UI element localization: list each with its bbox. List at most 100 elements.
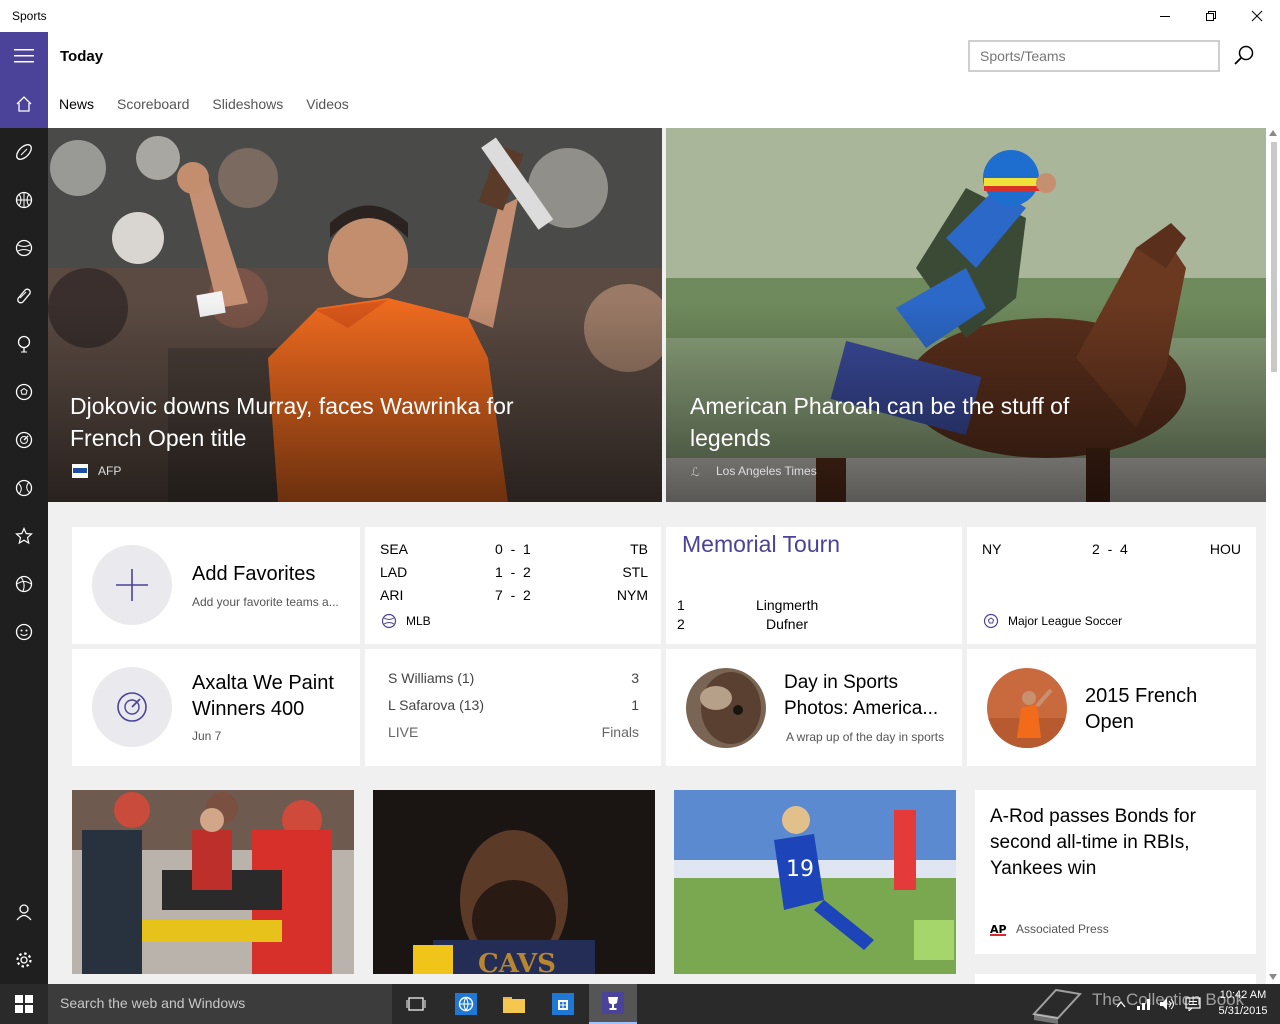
slideshow-title: Day in Sports Photos: America... xyxy=(784,672,939,719)
svg-text:ℒ: ℒ xyxy=(691,465,700,478)
tab-slideshows[interactable]: Slideshows xyxy=(212,96,283,112)
start-button[interactable] xyxy=(0,984,48,1024)
racing-icon xyxy=(15,431,33,449)
minimize-button[interactable] xyxy=(1142,0,1188,32)
event-title: 2015 French Open xyxy=(1085,685,1198,733)
nav-favorites[interactable] xyxy=(0,512,48,560)
player-name: L Safarova (13) xyxy=(388,697,484,713)
nav-tennis[interactable] xyxy=(0,464,48,512)
tournament-title: Memorial Tourn xyxy=(682,531,841,557)
taskbar-edge[interactable] xyxy=(442,984,490,1024)
fantasy-icon xyxy=(15,623,33,641)
tennis-score-tile[interactable]: S Williams (1) 3 L Safarova (13) 1 LIVE … xyxy=(365,649,661,766)
chevron-up-icon xyxy=(1116,1001,1126,1008)
player-score: 3 xyxy=(631,670,639,686)
mls-score-tile[interactable]: NY 2 - 4 HOU Major League Soccer xyxy=(967,527,1256,644)
notification-icon xyxy=(1185,997,1201,1011)
app-title: Sports xyxy=(12,9,47,23)
hamburger-icon xyxy=(14,49,34,63)
mlb-scores-tile[interactable]: SEA 0 - 1 TB LAD 1 - 2 STL ARI 7 - 2 NYM… xyxy=(365,527,661,644)
nav-hockey[interactable] xyxy=(0,272,48,320)
football-icon xyxy=(16,144,32,160)
soccer-icon xyxy=(15,383,33,401)
hamburger-button[interactable] xyxy=(0,32,48,80)
nav-baseball[interactable] xyxy=(0,224,48,272)
nav-basketball[interactable] xyxy=(0,176,48,224)
nascar-race-tile[interactable]: Axalta We Paint Winners 400 Jun 7 xyxy=(72,649,360,766)
race-date: Jun 7 xyxy=(192,729,222,743)
tray-network[interactable] xyxy=(1132,984,1156,1024)
taskbar-store[interactable] xyxy=(539,984,587,1024)
french-open-tile[interactable]: 2015 French Open xyxy=(967,649,1256,766)
search-button[interactable] xyxy=(1232,44,1256,68)
player-name: S Williams (1) xyxy=(388,670,475,686)
tray-volume[interactable] xyxy=(1156,984,1180,1024)
tennis-icon xyxy=(15,479,33,497)
network-icon xyxy=(1137,999,1150,1010)
add-favorites-button[interactable] xyxy=(92,545,172,625)
book-logo-icon xyxy=(1032,988,1082,1024)
nav-profile[interactable] xyxy=(0,888,48,936)
memorial-tournament-tile[interactable]: Memorial Tourn 1 Lingmerth 2 Dufner xyxy=(666,527,962,644)
nav-soccer[interactable] xyxy=(0,368,48,416)
baseball-icon xyxy=(381,613,397,629)
day-in-sports-tile[interactable]: Day in Sports Photos: America... A wrap … xyxy=(666,649,962,766)
photo-story-soccer[interactable]: 19 xyxy=(674,790,956,974)
event-thumbnail xyxy=(987,668,1067,748)
add-favorites-tile[interactable]: Add Favorites Add your favorite teams a.… xyxy=(72,527,360,644)
taskbar: Search the web and Windows The Collectio… xyxy=(0,984,1280,1024)
taskbar-file-explorer[interactable] xyxy=(490,984,538,1024)
close-button[interactable] xyxy=(1234,0,1280,32)
hero-story-pharoah[interactable]: American Pharoah can be the stuff of leg… xyxy=(666,128,1266,502)
clock[interactable]: 10:42 AM 5/31/2015 xyxy=(1208,987,1278,1019)
nav-home[interactable] xyxy=(0,80,48,128)
hero-headline: Djokovic downs Murray, faces Wawrinka fo… xyxy=(70,393,514,451)
vertical-scrollbar[interactable] xyxy=(1266,128,1280,984)
app-header: Today News Scoreboard Slideshows Videos xyxy=(48,32,1280,128)
search-input[interactable] xyxy=(968,40,1220,72)
hero-source-name: AFP xyxy=(98,464,122,478)
slideshow-subtitle: A wrap up of the day in sports xyxy=(786,730,945,744)
task-view-button[interactable] xyxy=(392,984,440,1024)
minimize-icon xyxy=(1160,16,1170,17)
nav-racing[interactable] xyxy=(0,416,48,464)
clock-date: 5/31/2015 xyxy=(1218,1005,1268,1017)
nav-fantasy[interactable] xyxy=(0,608,48,656)
scroll-thumb[interactable] xyxy=(1271,142,1277,372)
nav-football[interactable] xyxy=(0,128,48,176)
hockey-icon xyxy=(17,288,31,304)
scroll-up-icon[interactable] xyxy=(1269,130,1277,136)
svg-text:CAVS: CAVS xyxy=(478,949,556,974)
tab-scoreboard[interactable]: Scoreboard xyxy=(117,96,189,112)
news-card-arod[interactable]: A-Rod passes Bonds for second all-time i… xyxy=(975,790,1256,954)
more-sports-icon xyxy=(15,575,33,593)
nav-more-sports[interactable] xyxy=(0,560,48,608)
racing-badge xyxy=(92,667,172,747)
leaderboard-pos: 2 xyxy=(677,616,685,632)
tab-news[interactable]: News xyxy=(59,96,94,112)
hero-source: ℒ Los Angeles Times xyxy=(690,464,817,479)
close-icon xyxy=(1251,10,1263,22)
news-source: AP Associated Press xyxy=(990,922,1109,936)
photo-story-lebron[interactable]: CAVS xyxy=(373,790,655,974)
scroll-down-icon[interactable] xyxy=(1269,974,1277,980)
league-label: MLB xyxy=(381,613,431,629)
tray-action-center[interactable] xyxy=(1180,984,1206,1024)
tray-up-arrow[interactable] xyxy=(1110,984,1132,1024)
tab-videos[interactable]: Videos xyxy=(306,96,349,112)
nav-golf[interactable] xyxy=(0,320,48,368)
restore-button[interactable] xyxy=(1188,0,1234,32)
hero-story-djokovic[interactable]: Djokovic downs Murray, faces Wawrinka fo… xyxy=(48,128,662,502)
trophy-icon xyxy=(602,992,624,1014)
taskbar-search[interactable]: Search the web and Windows xyxy=(48,984,392,1024)
volume-icon xyxy=(1160,998,1174,1010)
clock-time: 10:42 AM xyxy=(1219,989,1267,1001)
nav-settings[interactable] xyxy=(0,936,48,984)
search-icon xyxy=(1234,45,1254,65)
home-icon xyxy=(16,96,32,112)
folder-icon xyxy=(503,997,525,1013)
hero-source: AFP xyxy=(72,464,121,478)
restore-icon xyxy=(1206,11,1216,21)
taskbar-sports-app[interactable] xyxy=(589,984,637,1024)
photo-story-stretcher[interactable] xyxy=(72,790,354,974)
